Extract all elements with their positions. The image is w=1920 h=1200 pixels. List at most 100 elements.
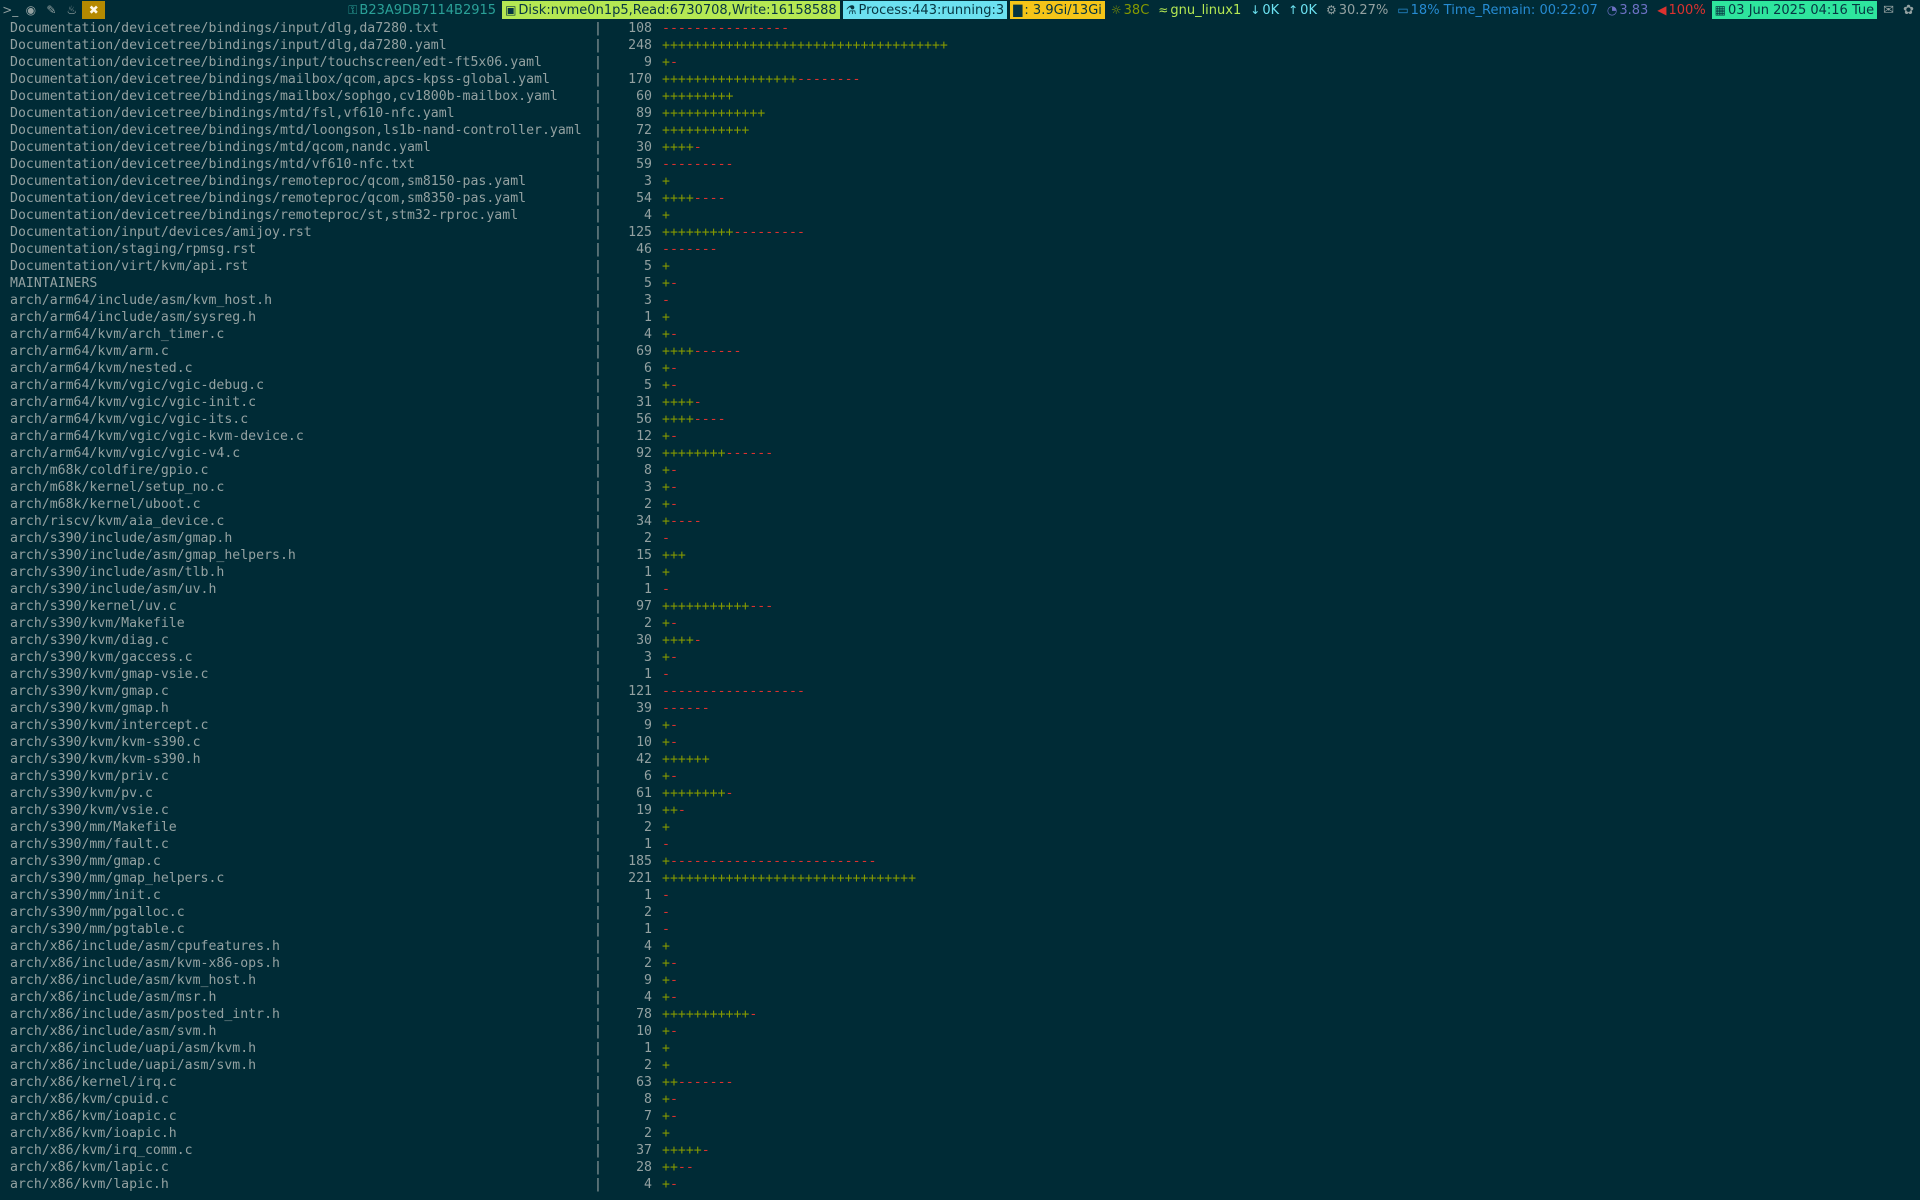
deletions-bar: - bbox=[669, 735, 678, 750]
change-count: 1 bbox=[644, 922, 652, 937]
column-separator: | bbox=[594, 1160, 602, 1175]
diffstat-row: arch/arm64/kvm/vgic/vgic-v4.c | 92 ++++++++… bbox=[10, 445, 1910, 462]
mail-icon[interactable]: ✉ bbox=[1880, 1, 1897, 19]
change-count: 121 bbox=[628, 684, 652, 699]
insertions-bar: + bbox=[662, 1126, 670, 1141]
file-path: arch/arm64/kvm/arch_timer.c bbox=[10, 327, 225, 342]
file-path: arch/x86/kvm/lapic.c bbox=[10, 1160, 169, 1175]
workspace-tools-icon[interactable]: ✖ bbox=[82, 1, 106, 19]
chat-icon[interactable]: ✿ bbox=[1900, 1, 1917, 19]
change-count: 2 bbox=[644, 820, 652, 835]
wifi-segment: ≈ gnu_linux1 bbox=[1155, 1, 1245, 19]
insertions-bar: + bbox=[662, 55, 670, 70]
diffstat-row: arch/s390/kvm/gmap.h | 39 ------ bbox=[10, 700, 1910, 717]
workspace-firefox-icon[interactable]: ◉ bbox=[21, 1, 42, 19]
disk-segment: ▣ Disk:nvme0n1p5,Read:6730708,Write:16158… bbox=[502, 1, 840, 19]
change-graph: + - bbox=[662, 768, 678, 785]
workspace-flame-icon[interactable]: ♨ bbox=[62, 1, 83, 19]
diffstat-row: arch/s390/kernel/uv.c | 97 +++++++++++ --- bbox=[10, 598, 1910, 615]
workspace-terminal-icon[interactable]: >_ bbox=[0, 1, 21, 19]
file-path: arch/arm64/kvm/vgic/vgic-debug.c bbox=[10, 378, 265, 393]
file-path: Documentation/devicetree/bindings/mtd/lo… bbox=[10, 123, 582, 138]
change-graph: ++++++++++++++++++++++++++++++++ bbox=[662, 870, 916, 887]
change-count: 56 bbox=[636, 412, 652, 427]
change-count: 78 bbox=[636, 1007, 652, 1022]
column-separator: | bbox=[594, 769, 602, 784]
change-count: 46 bbox=[636, 242, 652, 257]
file-path: arch/s390/kvm/gaccess.c bbox=[10, 650, 193, 665]
change-graph: + - bbox=[662, 428, 678, 445]
change-graph: + bbox=[662, 819, 670, 836]
column-separator: | bbox=[594, 463, 602, 478]
change-count: 1 bbox=[644, 837, 652, 852]
change-count: 39 bbox=[636, 701, 652, 716]
insertions-bar: + bbox=[662, 565, 670, 580]
diffstat-row: arch/x86/include/asm/cpufeatures.h | 4 + bbox=[10, 938, 1910, 955]
load-segment: ◔ 3.83 bbox=[1603, 1, 1652, 19]
diffstat-row: arch/arm64/kvm/arm.c | 69 ++++ ------ bbox=[10, 343, 1910, 360]
column-separator: | bbox=[594, 1075, 602, 1090]
file-path: arch/s390/kvm/gmap.c bbox=[10, 684, 169, 699]
change-graph: ++++++++ ------ bbox=[662, 445, 773, 462]
change-graph: - bbox=[662, 836, 670, 853]
deletions-bar: ---- bbox=[693, 191, 726, 206]
column-separator: | bbox=[594, 174, 602, 189]
change-count: 6 bbox=[644, 361, 652, 376]
deletions-bar: -------------------------- bbox=[669, 854, 877, 869]
change-graph: - bbox=[662, 666, 670, 683]
insertions-bar: + bbox=[662, 361, 670, 376]
arrow-down-icon: ↓ bbox=[1250, 3, 1261, 17]
column-separator: | bbox=[594, 157, 602, 172]
change-graph: + - bbox=[662, 360, 678, 377]
change-graph: +++++++++ --------- bbox=[662, 224, 805, 241]
diffstat-row: Documentation/devicetree/bindings/input/… bbox=[10, 54, 1910, 71]
change-graph: ++++ ------ bbox=[662, 343, 741, 360]
diffstat-row: arch/s390/kvm/intercept.c | 9 + - bbox=[10, 717, 1910, 734]
change-graph: ++++++++ - bbox=[662, 785, 733, 802]
change-count: 28 bbox=[636, 1160, 652, 1175]
flask-icon: ⚗ bbox=[845, 3, 857, 17]
diffstat-row: Documentation/devicetree/bindings/input/… bbox=[10, 20, 1910, 37]
deletions-bar: - bbox=[662, 667, 670, 682]
deletions-bar: - bbox=[669, 616, 678, 631]
change-graph: ++++ ---- bbox=[662, 411, 726, 428]
file-path: Documentation/devicetree/bindings/input/… bbox=[10, 55, 542, 70]
column-separator: | bbox=[594, 225, 602, 240]
diffstat-row: Documentation/devicetree/bindings/remote… bbox=[10, 207, 1910, 224]
diffstat-row: Documentation/devicetree/bindings/input/… bbox=[10, 37, 1910, 54]
cpu-segment-text: 30.27% bbox=[1338, 2, 1389, 18]
change-graph: + ---- bbox=[662, 513, 702, 530]
insertions-bar: +++++++++++ bbox=[662, 123, 750, 138]
diffstat-row: arch/x86/kernel/irq.c | 63 ++ ------- bbox=[10, 1074, 1910, 1091]
file-path: arch/s390/kvm/kvm-s390.c bbox=[10, 735, 201, 750]
load-segment-text: 3.83 bbox=[1619, 2, 1649, 18]
column-separator: | bbox=[594, 973, 602, 988]
speaker-icon: ◀ bbox=[1657, 3, 1667, 17]
insertions-bar: + bbox=[662, 718, 670, 733]
change-count: 97 bbox=[636, 599, 652, 614]
deletions-bar: - bbox=[669, 55, 678, 70]
deletions-bar: - bbox=[669, 327, 678, 342]
change-count: 4 bbox=[644, 208, 652, 223]
terminal[interactable]: Documentation/devicetree/bindings/input/… bbox=[10, 20, 1910, 1200]
workspace-pen-icon[interactable]: ✎ bbox=[41, 1, 62, 19]
change-count: 10 bbox=[636, 1024, 652, 1039]
change-graph: + - bbox=[662, 1023, 678, 1040]
deletions-bar: - bbox=[669, 463, 678, 478]
